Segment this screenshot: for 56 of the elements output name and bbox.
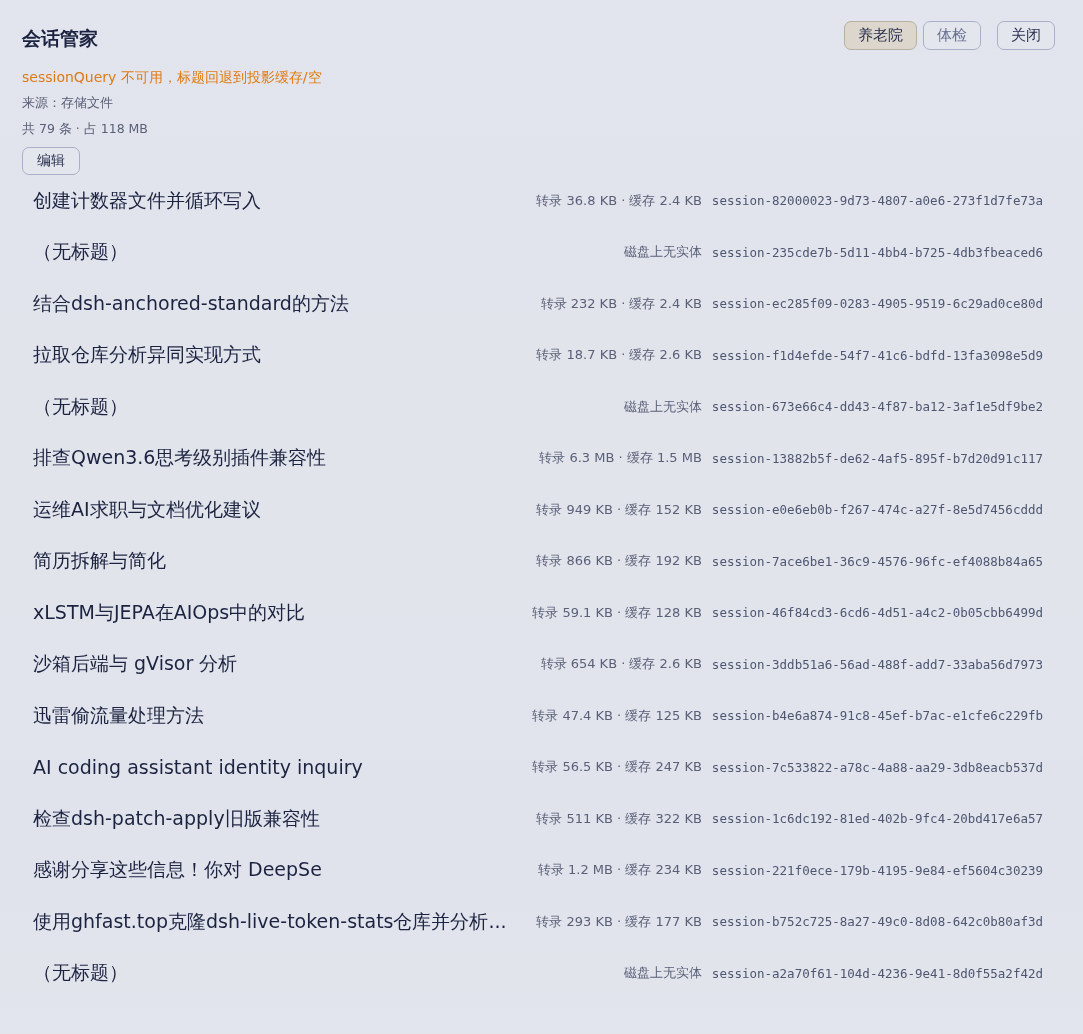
edit-button[interactable]: 编辑 [22, 147, 80, 175]
session-title[interactable]: 排查Qwen3.6思考级别插件兼容性 [33, 445, 327, 472]
session-id: session-ec285f09-0283-4905-9519-6c29ad0ce80d [711, 296, 1043, 312]
session-title[interactable]: 使用ghfast.top克隆dsh-live-token-stats仓库并分析... [33, 908, 507, 935]
session-size: 转录 47.4 KB · 缓存 125 KB [532, 706, 702, 725]
session-size: 转录 56.5 KB · 缓存 247 KB [532, 758, 702, 777]
session-size: 转录 1.2 MB · 缓存 234 KB [537, 861, 702, 880]
session-title[interactable]: （无标题） [33, 393, 128, 420]
session-title[interactable]: 运维AI求职与文档优化建议 [33, 496, 261, 523]
session-id: session-673e66c4-dd43-4f87-ba12-3af1e5df9be2 [711, 399, 1043, 415]
session-id: session-82000023-9d73-4807-a0e6-273f1d7fe73a [711, 193, 1043, 209]
session-title[interactable]: （无标题） [33, 239, 128, 266]
session-size: 转录 293 KB · 缓存 177 KB [536, 912, 702, 931]
session-size: 转录 511 KB · 缓存 322 KB [536, 809, 702, 828]
session-id: session-235cde7b-5d11-4bb4-b725-4db3fbeaced6 [711, 244, 1043, 260]
session-title[interactable]: 沙箱后端与 gVisor 分析 [33, 651, 238, 678]
session-id: session-3ddb51a6-56ad-488f-add7-33aba56d7973 [711, 656, 1043, 672]
session-id: session-a2a70f61-104d-4236-9e41-8d0f55a2f42d [711, 965, 1043, 981]
session-size: 转录 949 KB · 缓存 152 KB [536, 500, 702, 519]
session-id: session-7c533822-a78c-4a88-aa29-3db8eacb537d [711, 759, 1043, 775]
session-id: session-13882b5f-de62-4af5-895f-b7d20d91c117 [711, 450, 1043, 466]
summary-text: 共 79 条 · 占 118 MB [22, 121, 149, 138]
session-size: 转录 18.7 KB · 缓存 2.6 KB [536, 346, 702, 365]
session-title[interactable]: 创建计数器文件并循环写入 [33, 187, 261, 214]
session-id: session-1c6dc192-81ed-402b-9fc4-20bd417e6a57 [711, 811, 1043, 827]
session-id: session-46f84cd3-6cd6-4d51-a4c2-0b05cbb6499d [711, 605, 1043, 621]
session-size: 转录 232 KB · 缓存 2.4 KB [540, 294, 702, 313]
warning-text: sessionQuery 不可用，标题回退到投影缓存/空 [22, 69, 322, 87]
session-id: session-e0e6eb0b-f267-474c-a27f-8e5d7456cddd [711, 502, 1043, 518]
session-size: 转录 36.8 KB · 缓存 2.4 KB [536, 191, 702, 210]
session-title[interactable]: （无标题） [33, 960, 128, 987]
filter-button[interactable]: 养老院 [844, 21, 917, 50]
session-size: 转录 59.1 KB · 缓存 128 KB [532, 603, 702, 622]
session-size: 磁盘上无实体 [623, 397, 702, 416]
session-title[interactable]: 结合dsh-anchored-standard的方法 [33, 290, 349, 317]
source-text: 来源：存储文件 [22, 95, 114, 112]
session-id: session-b4e6a874-91c8-45ef-b7ac-e1cfe6c229fb [711, 708, 1043, 724]
session-size: 转录 6.3 MB · 缓存 1.5 MB [539, 449, 702, 468]
session-title[interactable]: 迅雷偷流量处理方法 [33, 702, 204, 729]
session-size: 磁盘上无实体 [623, 243, 702, 262]
panel-title: 会话管家 [22, 26, 99, 51]
session-id: session-221f0ece-179b-4195-9e84-ef5604c30239 [711, 862, 1043, 878]
filter-button[interactable]: 体检 [923, 21, 981, 50]
session-title[interactable]: 简历拆解与简化 [33, 548, 166, 575]
session-id: session-b752c725-8a27-49c0-8d08-642c0b80af3d [711, 914, 1043, 930]
session-id: session-f1d4efde-54f7-41c6-bdfd-13fa3098e5d9 [711, 347, 1043, 363]
session-size: 转录 654 KB · 缓存 2.6 KB [540, 655, 702, 674]
session-title[interactable]: AI coding assistant identity inquiry [33, 756, 363, 779]
session-size: 磁盘上无实体 [623, 964, 702, 983]
close-button[interactable]: 关闭 [997, 21, 1055, 50]
session-size: 转录 866 KB · 缓存 192 KB [536, 552, 702, 571]
session-title[interactable]: 检查dsh-patch-apply旧版兼容性 [33, 805, 320, 832]
session-title[interactable]: xLSTM与JEPA在AIOps中的对比 [33, 599, 306, 626]
session-id: session-7ace6be1-36c9-4576-96fc-ef4088b84a65 [711, 553, 1043, 569]
session-title[interactable]: 感谢分享这些信息！你对 DeepSe [33, 857, 322, 884]
session-title[interactable]: 拉取仓库分析异同实现方式 [33, 342, 261, 369]
